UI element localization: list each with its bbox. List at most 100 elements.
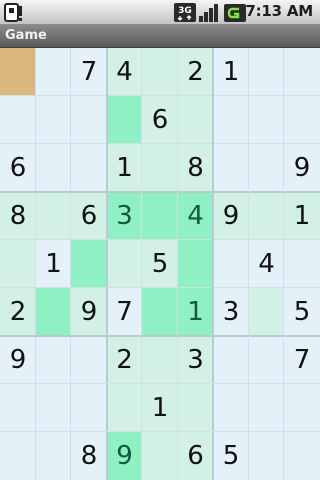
sudoku-cell[interactable] bbox=[213, 96, 249, 144]
sudoku-cell[interactable]: 9 bbox=[107, 432, 142, 480]
sudoku-cell[interactable] bbox=[71, 96, 107, 144]
sudoku-cell[interactable]: 3 bbox=[107, 192, 142, 240]
sudoku-cell[interactable] bbox=[107, 384, 142, 432]
sudoku-cell[interactable]: 2 bbox=[178, 48, 213, 96]
sudoku-cell[interactable] bbox=[36, 48, 71, 96]
sudoku-cell[interactable]: 9 bbox=[284, 144, 320, 192]
grid-line-vertical bbox=[35, 48, 36, 480]
sudoku-cell[interactable] bbox=[249, 96, 284, 144]
sudoku-cell[interactable] bbox=[249, 336, 284, 384]
notification-icon[interactable] bbox=[4, 3, 24, 26]
sudoku-cell[interactable] bbox=[36, 384, 71, 432]
sudoku-cell[interactable] bbox=[107, 96, 142, 144]
sudoku-cell[interactable]: 1 bbox=[36, 240, 71, 288]
sudoku-cell[interactable]: 4 bbox=[249, 240, 284, 288]
sudoku-cell[interactable] bbox=[249, 48, 284, 96]
sudoku-cell[interactable] bbox=[284, 96, 320, 144]
status-bar: 3G 7:13 AM bbox=[0, 0, 320, 25]
sudoku-cell[interactable] bbox=[213, 240, 249, 288]
sudoku-cell[interactable]: 2 bbox=[0, 288, 36, 336]
sudoku-cell[interactable] bbox=[0, 96, 36, 144]
sudoku-cell[interactable]: 2 bbox=[107, 336, 142, 384]
sudoku-cell[interactable]: 5 bbox=[142, 240, 178, 288]
grid-line-vertical bbox=[70, 48, 71, 480]
sudoku-cell[interactable] bbox=[249, 288, 284, 336]
sudoku-cell[interactable] bbox=[36, 192, 71, 240]
sudoku-cell[interactable] bbox=[284, 384, 320, 432]
sudoku-cell[interactable]: 7 bbox=[284, 336, 320, 384]
sudoku-cell[interactable]: 9 bbox=[71, 288, 107, 336]
sudoku-cell[interactable] bbox=[0, 384, 36, 432]
sudoku-cell[interactable]: 9 bbox=[0, 336, 36, 384]
sudoku-cell[interactable] bbox=[249, 192, 284, 240]
sudoku-cell[interactable]: 3 bbox=[178, 336, 213, 384]
sudoku-cell[interactable] bbox=[142, 192, 178, 240]
sudoku-cell[interactable] bbox=[142, 432, 178, 480]
sudoku-cell[interactable]: 6 bbox=[142, 96, 178, 144]
sudoku-cell[interactable] bbox=[71, 240, 107, 288]
svg-text:3G: 3G bbox=[178, 6, 192, 16]
sudoku-cell[interactable] bbox=[0, 432, 36, 480]
sudoku-cell[interactable]: 6 bbox=[0, 144, 36, 192]
sudoku-cell[interactable] bbox=[213, 384, 249, 432]
sudoku-cell[interactable]: 8 bbox=[0, 192, 36, 240]
battery-icon bbox=[224, 4, 246, 26]
sudoku-cell[interactable] bbox=[0, 240, 36, 288]
sudoku-cell[interactable] bbox=[36, 432, 71, 480]
sudoku-cell[interactable] bbox=[284, 240, 320, 288]
sudoku-cell[interactable]: 1 bbox=[213, 48, 249, 96]
sudoku-cell[interactable] bbox=[142, 288, 178, 336]
sudoku-cell[interactable] bbox=[71, 384, 107, 432]
sudoku-cell[interactable]: 8 bbox=[71, 432, 107, 480]
sudoku-cell[interactable] bbox=[36, 144, 71, 192]
sudoku-cell[interactable]: 1 bbox=[178, 288, 213, 336]
sudoku-cell[interactable]: 3 bbox=[213, 288, 249, 336]
grid-line-horizontal bbox=[0, 383, 320, 384]
sudoku-cell[interactable]: 5 bbox=[284, 288, 320, 336]
network-3g-icon: 3G bbox=[174, 3, 196, 26]
sudoku-cell[interactable] bbox=[142, 48, 178, 96]
sudoku-cell[interactable] bbox=[36, 336, 71, 384]
sudoku-cell[interactable]: 5 bbox=[213, 432, 249, 480]
grid-line-horizontal bbox=[0, 431, 320, 432]
sudoku-cell[interactable] bbox=[107, 240, 142, 288]
sudoku-cell[interactable] bbox=[71, 144, 107, 192]
sudoku-cell[interactable] bbox=[284, 432, 320, 480]
status-time: 7:13 AM bbox=[245, 2, 313, 20]
sudoku-board: 742166189863491154297135923718965 bbox=[0, 48, 320, 480]
sudoku-cell[interactable]: 9 bbox=[213, 192, 249, 240]
sudoku-cell[interactable] bbox=[142, 336, 178, 384]
grid-line-horizontal bbox=[0, 287, 320, 288]
sudoku-cell[interactable] bbox=[0, 48, 36, 96]
sudoku-cell[interactable]: 4 bbox=[107, 48, 142, 96]
sudoku-cell[interactable] bbox=[249, 432, 284, 480]
sudoku-cell[interactable] bbox=[213, 336, 249, 384]
grid-line-horizontal bbox=[0, 191, 320, 193]
sudoku-cell[interactable]: 6 bbox=[71, 192, 107, 240]
sudoku-cell[interactable]: 6 bbox=[178, 432, 213, 480]
signal-icon bbox=[198, 4, 220, 26]
sudoku-cell[interactable]: 7 bbox=[71, 48, 107, 96]
sudoku-cell[interactable] bbox=[178, 240, 213, 288]
sudoku-cell[interactable]: 8 bbox=[178, 144, 213, 192]
grid-line-horizontal bbox=[0, 95, 320, 96]
sudoku-cell[interactable] bbox=[142, 144, 178, 192]
sudoku-cell[interactable] bbox=[178, 96, 213, 144]
sudoku-cell[interactable] bbox=[213, 144, 249, 192]
grid-line-vertical bbox=[141, 48, 142, 480]
grid-line-vertical bbox=[212, 48, 214, 480]
sudoku-cell[interactable]: 1 bbox=[284, 192, 320, 240]
title-bar: Game bbox=[0, 25, 320, 48]
sudoku-cell[interactable] bbox=[178, 384, 213, 432]
sudoku-cell[interactable] bbox=[249, 384, 284, 432]
sudoku-cell[interactable] bbox=[36, 288, 71, 336]
grid-line-horizontal bbox=[0, 335, 320, 337]
sudoku-cell[interactable] bbox=[249, 144, 284, 192]
sudoku-cell[interactable]: 1 bbox=[107, 144, 142, 192]
sudoku-cell[interactable] bbox=[71, 336, 107, 384]
sudoku-cell[interactable]: 4 bbox=[178, 192, 213, 240]
sudoku-cell[interactable] bbox=[284, 48, 320, 96]
sudoku-cell[interactable]: 1 bbox=[142, 384, 178, 432]
sudoku-cell[interactable]: 7 bbox=[107, 288, 142, 336]
sudoku-cell[interactable] bbox=[36, 96, 71, 144]
